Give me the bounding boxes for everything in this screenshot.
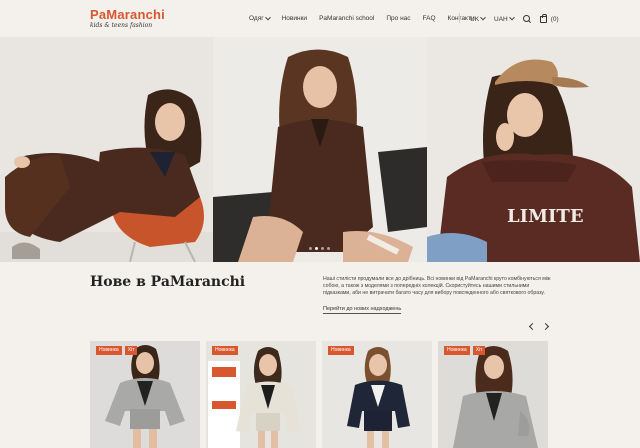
search-button[interactable] bbox=[522, 15, 531, 23]
product-image bbox=[208, 347, 301, 448]
product-card[interactable]: Новинка bbox=[206, 341, 316, 448]
search-icon bbox=[522, 15, 531, 23]
badge-new: Новинка bbox=[212, 346, 238, 355]
header-utilities: UK UAH (0) bbox=[470, 13, 568, 23]
nav-item-label: Одяг bbox=[249, 15, 264, 22]
language-select[interactable]: UK bbox=[470, 14, 486, 23]
slider-arrows bbox=[528, 323, 550, 330]
hero-carousel[interactable]: LIMITE bbox=[0, 37, 640, 262]
section-description: Наші стилісти продумали все до дрібниць.… bbox=[323, 276, 551, 297]
nav-item-label: Новинки bbox=[281, 15, 308, 22]
carousel-dots bbox=[309, 247, 330, 250]
chevron-down-icon bbox=[480, 14, 486, 21]
cart-count: (0) bbox=[550, 15, 559, 23]
product-image bbox=[347, 347, 410, 448]
badge-new: Новинка bbox=[328, 346, 354, 355]
hero-slide-image: LIMITE bbox=[427, 37, 640, 262]
chevron-down-icon bbox=[264, 14, 271, 20]
bag-icon bbox=[539, 13, 547, 23]
badge-group: Новинка bbox=[212, 346, 238, 355]
arrow-left-icon[interactable] bbox=[528, 323, 535, 330]
hero-slide-image bbox=[213, 37, 427, 262]
product-list: Новинка Хіт Новинка Новинка Новинка Хіт bbox=[90, 341, 548, 448]
nav-item-about[interactable]: Про нас bbox=[386, 15, 410, 22]
currency-value: UAH bbox=[494, 15, 508, 23]
hero-slide-image bbox=[0, 37, 213, 262]
nav-item-label: Про нас bbox=[386, 15, 411, 22]
language-value: UK bbox=[470, 15, 480, 23]
site-header: PaMaranchi kids & teens fashion Одяг Нов… bbox=[0, 0, 640, 37]
nav-item-school[interactable]: PaMaranchi school bbox=[319, 15, 374, 22]
currency-select[interactable]: UAH bbox=[494, 14, 515, 23]
chevron-down-icon bbox=[508, 14, 515, 21]
carousel-dot[interactable] bbox=[321, 247, 324, 250]
logo[interactable]: PaMaranchi kids & teens fashion bbox=[90, 8, 165, 29]
carousel-dot-active[interactable] bbox=[315, 247, 318, 250]
badge-group: Новинка Хіт bbox=[96, 346, 138, 355]
product-image bbox=[453, 346, 538, 448]
section-title: Нове в PaMaranchi bbox=[90, 274, 246, 290]
nav-item-label: PaMaranchi school bbox=[319, 15, 375, 22]
logo-text: PaMaranchi bbox=[90, 7, 165, 22]
arrow-right-icon[interactable] bbox=[543, 323, 550, 330]
badge-new: Новинка bbox=[96, 346, 122, 355]
badge-group: Новинка bbox=[328, 346, 354, 355]
product-image bbox=[105, 345, 185, 448]
badge-new: Новинка bbox=[444, 346, 470, 355]
nav-item-new[interactable]: Новинки bbox=[282, 15, 307, 22]
nav-divider bbox=[459, 13, 460, 23]
new-arrivals-link[interactable]: Перейти до нових надходжень bbox=[323, 306, 402, 314]
badge-hit: Хіт bbox=[472, 346, 486, 355]
product-card[interactable]: Новинка Хіт bbox=[90, 341, 200, 448]
product-card[interactable]: Новинка Хіт bbox=[438, 341, 548, 448]
product-card[interactable]: Новинка bbox=[322, 341, 432, 448]
nav-item-clothing[interactable]: Одяг bbox=[249, 14, 271, 22]
sweatshirt-print: LIMITE bbox=[507, 206, 584, 227]
carousel-dot[interactable] bbox=[327, 247, 330, 250]
cart-button[interactable]: (0) bbox=[539, 13, 559, 23]
badge-hit: Хіт bbox=[124, 346, 138, 355]
nav-item-faq[interactable]: FAQ bbox=[423, 15, 436, 22]
badge-group: Новинка Хіт bbox=[444, 346, 486, 355]
nav-item-label: FAQ bbox=[422, 15, 436, 22]
main-nav: Одяг Новинки PaMaranchi school Про нас F… bbox=[249, 14, 487, 22]
logo-tagline: kids & teens fashion bbox=[90, 22, 153, 29]
carousel-dot[interactable] bbox=[309, 247, 312, 250]
